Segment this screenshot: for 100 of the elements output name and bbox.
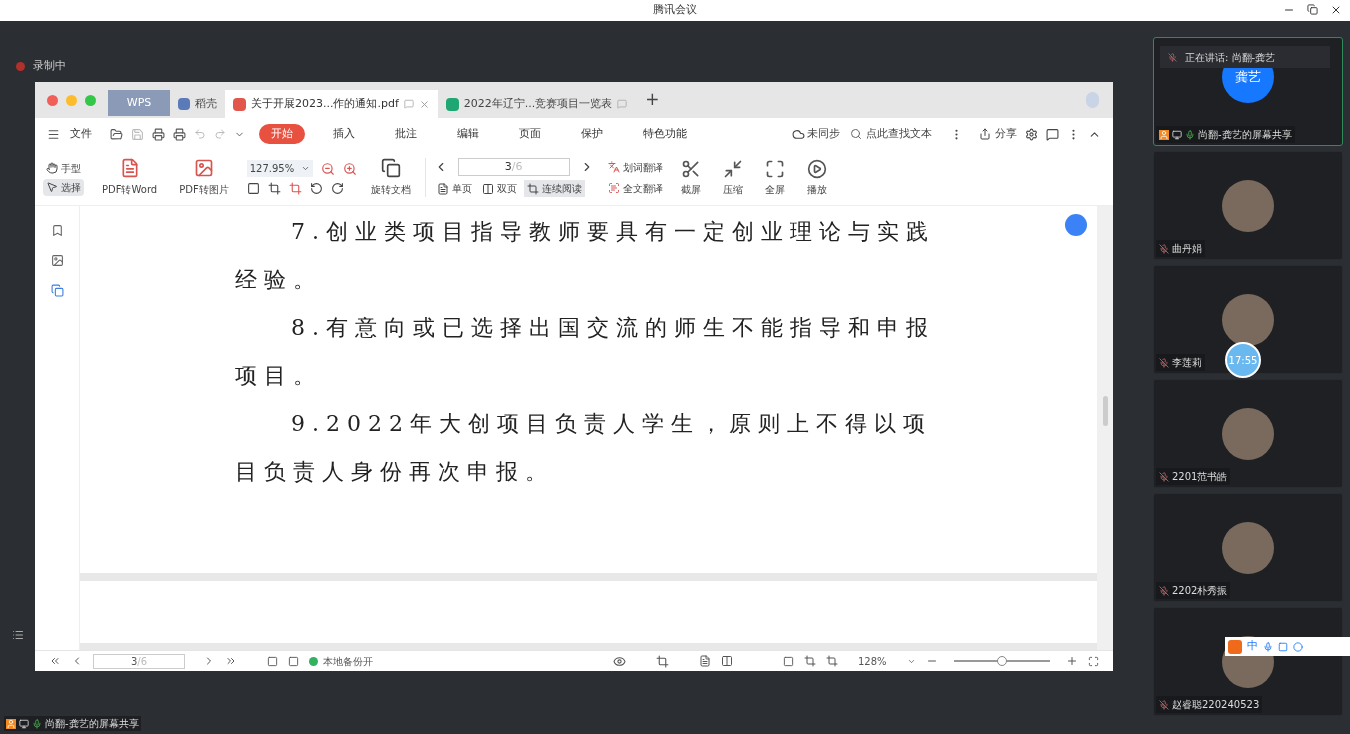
eye-icon[interactable]	[613, 654, 626, 668]
view-mode-button[interactable]: 单页	[433, 180, 475, 197]
tool-button[interactable]: 全屏	[760, 158, 789, 197]
thumbnail-icon[interactable]	[50, 254, 64, 267]
input-method-menu[interactable]: 中	[1225, 637, 1350, 656]
settings-icon[interactable]	[1025, 127, 1038, 141]
ribbon-tab[interactable]: 批注	[383, 123, 429, 145]
zoom-slider-thumb[interactable]	[996, 656, 1007, 666]
sync-status: 未同步	[807, 125, 840, 142]
rotate-document-button[interactable]: 旋转文档	[370, 158, 411, 197]
restore-icon[interactable]	[1307, 4, 1318, 15]
keyboard-icon[interactable]	[1278, 641, 1288, 652]
ribbon-tab[interactable]: 插入	[321, 123, 367, 145]
page-number-field[interactable]: 3/6	[457, 158, 570, 176]
two-pages-icon	[481, 182, 494, 195]
ribbon-tab[interactable]: 编辑	[445, 123, 491, 145]
paragraph: 8.有意向或已选择出国交流的师生不能指导和申报项目。	[235, 314, 936, 390]
page-icon	[436, 182, 449, 195]
convert-button[interactable]: PDF转Word	[98, 158, 162, 197]
compress-icon	[722, 158, 743, 179]
ribbon-tab[interactable]: 页面	[507, 123, 553, 145]
translate-button[interactable]: 全文翻译	[607, 180, 663, 196]
double-page-icon[interactable]	[721, 655, 733, 667]
ime-mode: 中	[1247, 638, 1258, 655]
share-button[interactable]: 分享	[979, 125, 1017, 143]
zoom-out-icon[interactable]	[320, 161, 335, 176]
document-tab[interactable]: 稻壳	[170, 90, 225, 118]
pages-icon[interactable]	[50, 284, 64, 297]
fit-page-icon[interactable]	[267, 182, 281, 195]
avatar-photo-placeholder	[1222, 521, 1274, 574]
sidebar-toggle-icon[interactable]	[267, 655, 278, 667]
page-number-field[interactable]: 3/6	[93, 653, 185, 669]
document-tab[interactable]: 关于开展2023...作的通知.pdf	[225, 90, 438, 118]
name-label: 尚翻-龚艺的屏幕共享	[1156, 126, 1295, 143]
last-page-icon[interactable]	[225, 655, 237, 667]
screen-icon	[1172, 129, 1182, 140]
muted-mic-icon	[1168, 52, 1177, 62]
continuous-pages-icon	[526, 182, 539, 195]
muted-mic-icon	[1159, 699, 1169, 710]
rotate-right-icon[interactable]	[330, 182, 344, 195]
panel-toggle-icon[interactable]	[288, 655, 299, 667]
participant-tile[interactable]: 2201范书皓	[1153, 379, 1343, 488]
person-icon	[6, 718, 16, 729]
fit-width-icon[interactable]	[826, 655, 838, 667]
document-tab[interactable]: 2022年辽宁...竞赛项目一览表	[437, 90, 636, 118]
zoom-in-icon[interactable]	[1065, 655, 1078, 667]
participant-tile[interactable]: 2202朴秀振	[1153, 493, 1343, 602]
muted-mic-icon	[1159, 357, 1169, 368]
name-label: 李莲莉	[1156, 354, 1205, 371]
convert-button[interactable]: PDF转图片	[175, 158, 233, 197]
zoom-in-icon[interactable]	[342, 161, 357, 176]
rotate-left-icon[interactable]	[309, 182, 323, 195]
bookmark-icon[interactable]	[50, 224, 64, 237]
participant-tile[interactable]: 曲丹娟	[1153, 151, 1343, 260]
file-menu[interactable]: 文件	[70, 125, 92, 143]
paragraph: 7.创业类项目指导教师要具有一定创业理论与实践经验。	[235, 218, 936, 294]
zoom-field[interactable]: 127.95%	[246, 160, 313, 177]
d-logo-icon	[178, 98, 190, 110]
actual-size-icon[interactable]	[246, 182, 260, 195]
participant-tile[interactable]: 正在讲话: 尚翻-龚艺 龚艺 尚翻-龚艺的屏幕共享	[1153, 37, 1343, 146]
backup-status: 本地备份开	[323, 654, 373, 669]
close-icon[interactable]	[1330, 4, 1342, 16]
find-text-field[interactable]: 点此查找文本	[848, 125, 934, 143]
name-label: 2202朴秀振	[1156, 582, 1231, 599]
circle-icon[interactable]	[1293, 641, 1303, 652]
menu-icon[interactable]	[47, 127, 60, 141]
translate-button[interactable]: 划词翻译	[607, 159, 663, 175]
comment-icon[interactable]	[1046, 127, 1059, 141]
single-page-icon[interactable]	[699, 655, 711, 667]
fullscreen-icon[interactable]	[1087, 655, 1099, 667]
ribbon-tab[interactable]: 开始	[259, 123, 305, 145]
tool-button[interactable]: 播放	[802, 158, 831, 197]
tool-button[interactable]: 压缩	[718, 158, 747, 197]
tab-close-icon[interactable]	[418, 98, 430, 110]
open-icon[interactable]	[110, 127, 123, 141]
tool-button[interactable]: 截屏	[676, 158, 705, 197]
ribbon-tab[interactable]: 保护	[569, 123, 615, 145]
mic-icon[interactable]	[1263, 641, 1273, 652]
caret-icon	[300, 164, 310, 173]
mode-button[interactable]: 选择	[43, 178, 84, 196]
spreadsheet-icon	[445, 97, 459, 111]
new-tab-button[interactable]: +	[645, 87, 660, 113]
actual-size-icon[interactable]	[783, 655, 794, 667]
fit-width-icon[interactable]	[288, 182, 302, 195]
print-icon[interactable]	[152, 127, 165, 141]
first-page-icon[interactable]	[49, 655, 61, 667]
view-mode-button[interactable]: 连续阅读	[523, 180, 585, 197]
print-icon[interactable]	[173, 127, 186, 141]
user-avatar	[1086, 92, 1099, 108]
view-mode-button[interactable]: 双页	[478, 180, 520, 197]
name-label: 曲丹娟	[1156, 240, 1205, 257]
pointer-icon	[46, 181, 58, 193]
mic-icon	[1185, 129, 1195, 140]
paragraph: 9.2022年大创项目负责人学生，原则上不得以项目负责人身份再次申报。	[235, 410, 933, 486]
continuous-view-icon[interactable]	[656, 654, 669, 668]
fit-page-icon[interactable]	[804, 655, 816, 667]
list-icon[interactable]	[11, 629, 24, 641]
mode-button[interactable]: 手型	[43, 159, 84, 177]
ribbon-tab[interactable]: 特色功能	[631, 123, 699, 145]
zoom-level: 128%	[858, 654, 887, 669]
